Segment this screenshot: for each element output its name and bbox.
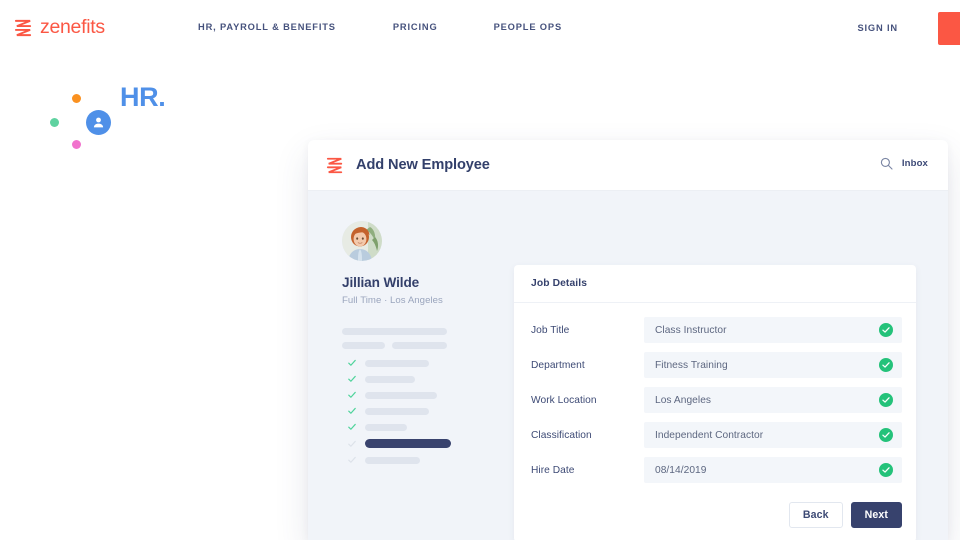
check-icon: [348, 375, 356, 382]
brand-logo[interactable]: zenefits: [14, 16, 105, 39]
sign-in-link[interactable]: SIGN IN: [857, 23, 898, 33]
checklist-bar: [365, 423, 407, 431]
decorative-dot-orange: [72, 94, 81, 103]
department-input[interactable]: Fitness Training: [644, 352, 902, 378]
decorative-dot-green: [50, 118, 59, 127]
placeholder-bar: [342, 342, 385, 349]
job-details-fields: Job Title Class Instructor Department Fi…: [514, 303, 916, 500]
placeholder-bar: [392, 342, 447, 349]
field-label: Hire Date: [531, 464, 575, 476]
work-location-input[interactable]: Los Angeles: [644, 387, 902, 413]
check-icon: [348, 391, 356, 398]
employee-photo: [342, 221, 382, 261]
checklist-bar-active: [365, 439, 451, 448]
valid-check-icon: [879, 463, 893, 477]
panel-title: Job Details: [531, 278, 588, 289]
search-icon[interactable]: [880, 157, 893, 170]
check-icon: [348, 456, 356, 463]
back-button[interactable]: Back: [788, 502, 843, 528]
field-value: Independent Contractor: [655, 429, 764, 441]
checklist-bar: [365, 456, 420, 464]
add-employee-card: Add New Employee Inbox Jillian Wilde Ful…: [308, 140, 948, 540]
checklist-bar: [365, 359, 429, 367]
brand-wordmark: zenefits: [40, 16, 105, 38]
next-button[interactable]: Next: [850, 502, 902, 528]
decorative-dot-pink: [72, 140, 81, 149]
check-icon: [348, 423, 356, 430]
employee-name: Jillian Wilde: [342, 275, 420, 290]
panel-header: Job Details: [514, 265, 916, 303]
person-glyph-icon: [93, 117, 104, 128]
checklist-bar: [365, 407, 429, 415]
field-label: Job Title: [531, 324, 570, 336]
checklist-item[interactable]: [348, 456, 498, 464]
inbox-link[interactable]: Inbox: [902, 158, 928, 169]
field-label: Work Location: [531, 394, 597, 406]
nav-item-people-ops[interactable]: PEOPLE OPS: [494, 22, 562, 32]
field-value: Los Angeles: [655, 394, 712, 406]
field-row-hire-date: Hire Date 08/14/2019: [514, 457, 916, 483]
checklist-item[interactable]: [348, 359, 498, 367]
field-row-job-title: Job Title Class Instructor: [514, 317, 916, 343]
valid-check-icon: [879, 393, 893, 407]
card-title: Add New Employee: [356, 157, 490, 173]
profile-placeholder-bars: [342, 328, 502, 349]
card-header-actions: Inbox: [880, 157, 928, 170]
onboarding-checklist: [348, 359, 498, 472]
employee-subtitle: Full Time · Los Angeles: [342, 295, 443, 306]
person-avatar-icon: [86, 110, 111, 135]
placeholder-bar: [342, 328, 447, 335]
field-value: Class Instructor: [655, 324, 727, 336]
checklist-item[interactable]: [348, 375, 498, 383]
job-title-input[interactable]: Class Instructor: [644, 317, 902, 343]
valid-check-icon: [879, 358, 893, 372]
card-header: Add New Employee Inbox: [308, 140, 948, 191]
job-details-panel: Job Details Job Title Class Instructor D…: [514, 265, 916, 540]
classification-input[interactable]: Independent Contractor: [644, 422, 902, 448]
valid-check-icon: [879, 323, 893, 337]
field-value: Fitness Training: [655, 359, 728, 371]
card-body: Jillian Wilde Full Time · Los Angeles Jo…: [308, 191, 948, 540]
check-icon: [348, 359, 356, 366]
zenefits-zigzag-icon: [326, 157, 343, 173]
checklist-item[interactable]: [348, 391, 498, 399]
zenefits-zigzag-icon: [14, 19, 32, 36]
check-icon: [348, 407, 356, 414]
hire-date-input[interactable]: 08/14/2019: [644, 457, 902, 483]
employee-profile-panel: Jillian Wilde Full Time · Los Angeles: [342, 221, 502, 349]
field-row-classification: Classification Independent Contractor: [514, 422, 916, 448]
check-icon: [348, 440, 356, 447]
nav-item-pricing[interactable]: PRICING: [393, 22, 438, 32]
hero-headline: HR.: [120, 82, 166, 112]
field-label: Department: [531, 359, 585, 371]
field-row-work-location: Work Location Los Angeles: [514, 387, 916, 413]
avatar: [342, 221, 382, 261]
checklist-item[interactable]: [348, 407, 498, 415]
header-cta-button[interactable]: [938, 12, 960, 45]
checklist-item-active[interactable]: [348, 439, 498, 448]
panel-actions: Back Next: [514, 500, 916, 540]
site-header: zenefits HR, PAYROLL & BENEFITS PRICING …: [0, 0, 960, 57]
checklist-bar: [365, 391, 437, 399]
nav-item-hr-payroll-benefits[interactable]: HR, PAYROLL & BENEFITS: [198, 22, 336, 32]
checklist-item[interactable]: [348, 423, 498, 431]
primary-nav: HR, PAYROLL & BENEFITS PRICING PEOPLE OP…: [198, 22, 562, 32]
field-label: Classification: [531, 429, 592, 441]
hero-illustration: HR.: [0, 60, 260, 180]
checklist-bar: [365, 375, 415, 383]
valid-check-icon: [879, 428, 893, 442]
field-row-department: Department Fitness Training: [514, 352, 916, 378]
field-value: 08/14/2019: [655, 464, 707, 476]
